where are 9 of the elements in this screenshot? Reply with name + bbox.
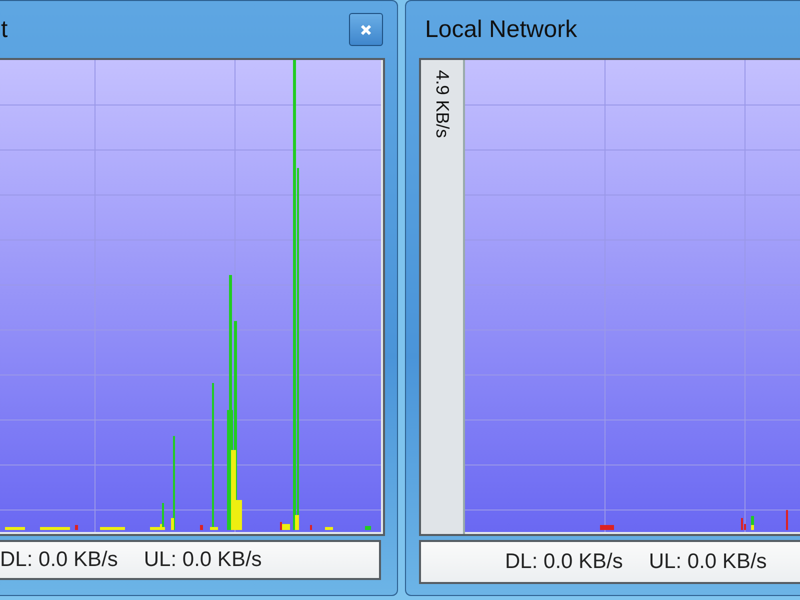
download-rate: DL: 0.0 KB/s <box>505 550 623 574</box>
close-button[interactable] <box>349 13 383 46</box>
close-icon <box>360 24 372 36</box>
download-rate: DL: 0.0 KB/s <box>0 548 118 572</box>
window-title: Local Network <box>425 16 578 44</box>
upload-rate: UL: 0.0 KB/s <box>144 548 262 572</box>
axis-label: 4.9 KB/s <box>432 70 452 138</box>
window-title: t <box>1 16 8 44</box>
upload-rate: UL: 0.0 KB/s <box>648 550 767 574</box>
